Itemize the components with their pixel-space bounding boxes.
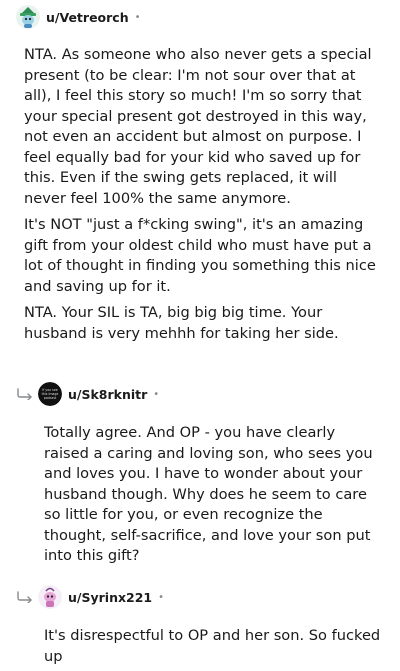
comment-header: u/Vetreorch • (16, 4, 141, 30)
svg-text:podcast: podcast (44, 396, 57, 400)
snoo-avatar-green-hat-icon[interactable] (16, 5, 40, 29)
separator-dot: • (158, 591, 165, 603)
comment-body: It's disrespectful to OP and her son. So… (44, 626, 384, 667)
comment-paragraph: It's disrespectful to OP and her son. So… (44, 627, 381, 665)
separator-dot: • (134, 11, 141, 23)
separator-dot: • (153, 388, 160, 400)
comment-paragraph: NTA. As someone who also never gets a sp… (24, 46, 372, 207)
username[interactable]: u/Syrinx221 (68, 590, 152, 605)
comment-header: If you see this image podcast u/Sk8rknit… (38, 381, 159, 407)
comment-body: Totally agree. And OP - you have clearly… (44, 423, 384, 567)
comment-paragraph: It's NOT "just a f*cking swing", it's an… (24, 216, 376, 295)
comment-header: u/Syrinx221 • (38, 584, 164, 610)
reply-arrow-icon (17, 388, 32, 400)
snoo-avatar-pink-icon[interactable] (38, 585, 62, 609)
comment-paragraph: Totally agree. And OP - you have clearly… (44, 424, 373, 564)
username[interactable]: u/Sk8rknitr (68, 387, 147, 402)
reply-arrow-icon (17, 591, 32, 603)
username[interactable]: u/Vetreorch (46, 10, 129, 25)
comment-paragraph: NTA. Your SIL is TA, big big big time. Y… (24, 304, 339, 342)
comment-body: NTA. As someone who also never gets a sp… (24, 45, 380, 344)
dark-meme-avatar-icon[interactable]: If you see this image podcast (38, 382, 62, 406)
